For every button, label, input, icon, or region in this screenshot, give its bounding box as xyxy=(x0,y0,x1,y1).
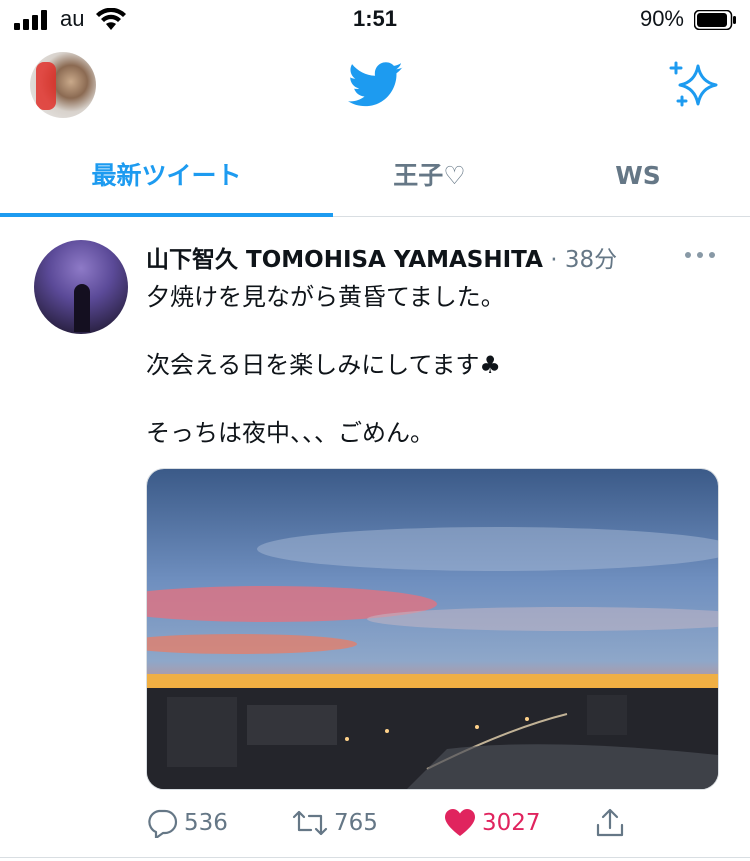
active-tab-indicator xyxy=(0,213,333,217)
clock: 1:51 xyxy=(352,6,398,31)
reply-icon xyxy=(148,809,178,838)
reply-count: 536 xyxy=(184,810,228,836)
tab-list-ws[interactable]: WS xyxy=(526,156,750,196)
divider xyxy=(0,857,750,858)
timeline-tabs: 最新ツイート 王子♡ WS xyxy=(0,140,750,217)
tab-latest[interactable]: 最新ツイート xyxy=(0,156,333,196)
tweet-line-blank xyxy=(146,382,726,416)
battery-icon xyxy=(694,10,736,30)
tweet-author-avatar[interactable] xyxy=(34,240,128,334)
tweet-line: そっちは夜中、、、ごめん。 xyxy=(146,419,434,447)
tweet-line: 次会える日を楽しみにしてます♣ xyxy=(146,351,501,379)
status-bar: au 1:51 90% xyxy=(0,0,750,44)
reply-button[interactable]: 536 xyxy=(146,806,228,840)
my-profile-avatar[interactable] xyxy=(30,52,96,118)
share-icon xyxy=(596,808,624,837)
tweet-line: 夕焼けを見ながら黄昏てました。 xyxy=(146,283,505,311)
tweet-photo-sunset[interactable] xyxy=(146,468,719,790)
heart-icon xyxy=(445,809,475,836)
like-count: 3027 xyxy=(482,810,541,836)
like-button[interactable]: 3027 xyxy=(444,806,541,840)
twitter-bird-icon xyxy=(348,62,403,107)
retweet-button[interactable]: 765 xyxy=(292,806,378,840)
retweet-icon xyxy=(292,810,328,836)
tweet-author-name[interactable]: 山下智久 TOMOHISA YAMASHITA xyxy=(146,247,543,273)
tweet-line-blank xyxy=(146,314,726,348)
sparkle-icon[interactable] xyxy=(668,60,722,110)
share-button[interactable] xyxy=(594,806,632,840)
more-options-icon[interactable] xyxy=(684,250,716,260)
tweet-text: 夕焼けを見ながら黄昏てました。 次会える日を楽しみにしてます♣ そっちは夜中、、… xyxy=(146,280,726,450)
tweet-time: 38分 xyxy=(564,247,618,273)
tab-list-prince[interactable]: 王子♡ xyxy=(333,156,526,196)
tweet-header: 山下智久 TOMOHISA YAMASHITA · 38分 xyxy=(146,247,618,273)
retweet-count: 765 xyxy=(334,810,378,836)
tweet-actions: 536 765 3027 xyxy=(146,806,666,840)
battery-percent: 90% xyxy=(639,6,684,31)
sunset-photo-image xyxy=(147,469,718,789)
